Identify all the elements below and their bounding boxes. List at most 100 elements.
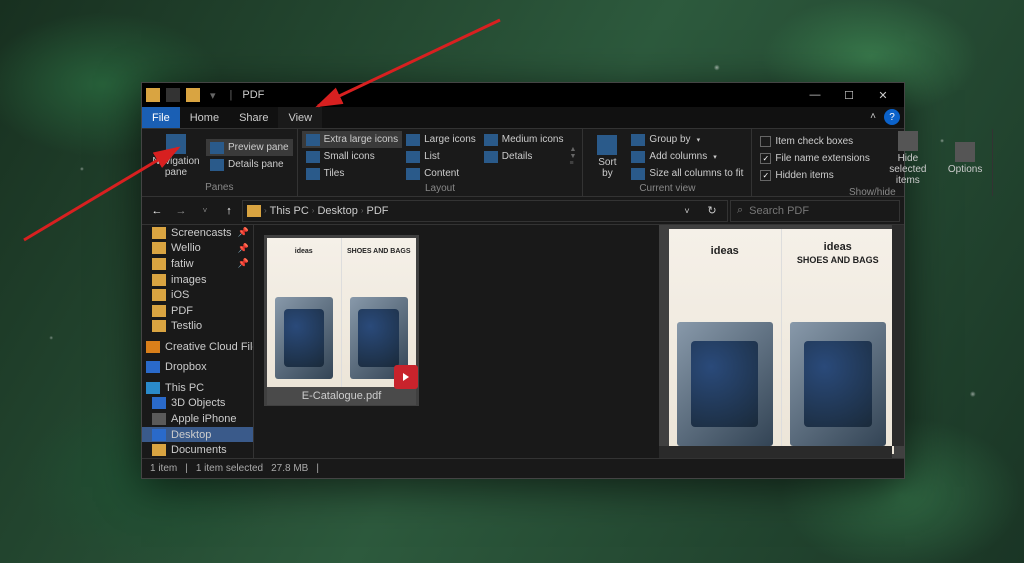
search-input[interactable]: ⌕ Search PDF [730, 200, 900, 222]
chevron-down-icon: ▾ [697, 136, 701, 144]
titlebar[interactable]: ▾ | PDF — ☐ ✕ [142, 83, 904, 107]
navigation-pane-button[interactable]: Navigation pane [146, 131, 206, 181]
qat-icon[interactable] [166, 88, 180, 102]
brand-text: ideas [267, 248, 341, 255]
options-button[interactable]: Options [942, 131, 988, 186]
label: Details pane [228, 159, 284, 170]
item-count: 1 item [150, 463, 177, 474]
item-check-boxes-toggle[interactable]: Item check boxes [756, 133, 874, 150]
collapse-ribbon-icon[interactable]: ˄ [870, 111, 876, 122]
up-button[interactable]: ↑ [218, 200, 240, 222]
sort-by-button[interactable]: Sort by [587, 131, 627, 182]
breadcrumb[interactable]: Desktop [317, 205, 357, 217]
folder-icon [152, 320, 166, 332]
breadcrumb-bar[interactable]: › This PC › Desktop › PDF ˅ ↻ [242, 200, 728, 222]
label: Hide selected items [880, 153, 936, 186]
add-columns-button[interactable]: Add columns▾ [627, 148, 747, 165]
breadcrumb[interactable]: PDF [367, 205, 389, 217]
tagline-text: SHOES AND BAGS [782, 255, 895, 265]
brand-text: ideas [669, 245, 781, 257]
qat-icon[interactable] [186, 88, 200, 102]
layout-medium[interactable]: Medium icons [480, 131, 568, 148]
layout-tiles[interactable]: Tiles [302, 165, 402, 182]
sidebar-item[interactable]: iOS [142, 287, 253, 303]
back-button[interactable]: ← [146, 200, 168, 222]
layout-details[interactable]: Details [480, 148, 568, 165]
group-icon [631, 134, 645, 146]
preview-pane-button[interactable]: Preview pane [206, 139, 293, 156]
breadcrumb[interactable]: This PC [270, 205, 309, 217]
help-icon[interactable]: ? [884, 109, 900, 125]
file-thumbnail: ideas SHOES AND BAGS [267, 238, 416, 387]
maximize-button[interactable]: ☐ [832, 83, 866, 107]
sidebar-item[interactable]: Documents [142, 442, 253, 458]
hide-selected-button[interactable]: Hide selected items [874, 131, 942, 186]
label: Apple iPhone [171, 413, 236, 425]
label: Wellio [171, 242, 201, 254]
sidebar-item[interactable]: images [142, 272, 253, 288]
navigation-sidebar[interactable]: Screencasts📌 Wellio📌 fatiw📌 images iOS P… [142, 225, 254, 458]
tab-share[interactable]: Share [229, 107, 278, 128]
group-label: Panes [146, 181, 293, 194]
file-list[interactable]: ideas SHOES AND BAGS E-Catalogue.pdf [254, 225, 659, 458]
layout-icon [406, 151, 420, 163]
history-dropdown[interactable]: ˅ [676, 206, 698, 216]
options-icon [955, 142, 975, 162]
folder-icon [152, 289, 166, 301]
recent-button[interactable]: ˅ [194, 200, 216, 222]
scroll-down-icon[interactable]: ▼ [569, 153, 576, 160]
scrollbar-vertical[interactable] [892, 225, 904, 446]
scrollbar-horizontal[interactable] [659, 446, 892, 458]
group-panes: Navigation pane Preview pane Details pan… [142, 129, 298, 196]
tab-view[interactable]: View [278, 107, 322, 128]
sidebar-item-dropbox[interactable]: Dropbox [142, 360, 253, 376]
sidebar-item[interactable]: 3D Objects [142, 396, 253, 412]
sidebar-item[interactable]: fatiw 📌 [142, 256, 253, 272]
layout-small[interactable]: Small icons [302, 148, 402, 165]
hidden-items-toggle[interactable]: Hidden items [756, 167, 874, 184]
refresh-button[interactable]: ↻ [701, 204, 723, 217]
layout-icon [406, 168, 420, 180]
sidebar-item-desktop[interactable]: Desktop [142, 427, 253, 443]
tab-home[interactable]: Home [180, 107, 229, 128]
group-by-button[interactable]: Group by▾ [627, 131, 747, 148]
file-extensions-toggle[interactable]: File name extensions [756, 150, 874, 167]
details-pane-button[interactable]: Details pane [206, 156, 293, 173]
sidebar-item[interactable]: Wellio📌 [142, 241, 253, 257]
group-label: Layout [302, 182, 579, 195]
sidebar-item-this-pc[interactable]: This PC [142, 380, 253, 396]
pin-icon: 📌 [238, 227, 249, 238]
expand-icon[interactable]: ≡ [569, 160, 576, 167]
close-button[interactable]: ✕ [866, 83, 900, 107]
separator: | [185, 463, 188, 474]
minimize-button[interactable]: — [798, 83, 832, 107]
sidebar-item[interactable]: Apple iPhone [142, 411, 253, 427]
layout-content[interactable]: Content [402, 165, 480, 182]
layout-extra-large[interactable]: Extra large icons [302, 131, 402, 148]
preview-content[interactable]: ideas SHOES AND BAGSideas [669, 229, 894, 454]
file-item[interactable]: ideas SHOES AND BAGS E-Catalogue.pdf [264, 235, 419, 406]
layout-icon [484, 151, 498, 163]
label: Hidden items [775, 170, 833, 181]
search-icon: ⌕ [737, 204, 743, 217]
pin-icon: 📌 [238, 258, 249, 269]
sidebar-item-creative-cloud[interactable]: Creative Cloud Files [142, 339, 253, 355]
layout-list[interactable]: List [402, 148, 480, 165]
brand-text: ideas [782, 241, 895, 253]
pc-icon [146, 382, 160, 394]
size-columns-button[interactable]: Size all columns to fit [627, 165, 747, 182]
sidebar-item[interactable]: Testlio [142, 318, 253, 334]
forward-button[interactable]: → [170, 200, 192, 222]
label: List [424, 151, 440, 162]
sort-icon [597, 135, 617, 155]
checkbox-icon [760, 153, 771, 164]
scroll-up-icon[interactable]: ▲ [569, 146, 576, 153]
ribbon: Navigation pane Preview pane Details pan… [142, 129, 904, 197]
tab-file[interactable]: File [142, 107, 180, 128]
sidebar-item[interactable]: PDF [142, 303, 253, 319]
sidebar-item[interactable]: Screencasts📌 [142, 225, 253, 241]
folder-icon [152, 242, 166, 254]
layout-large[interactable]: Large icons [402, 131, 480, 148]
search-placeholder: Search PDF [749, 205, 809, 217]
label: fatiw [171, 258, 194, 270]
